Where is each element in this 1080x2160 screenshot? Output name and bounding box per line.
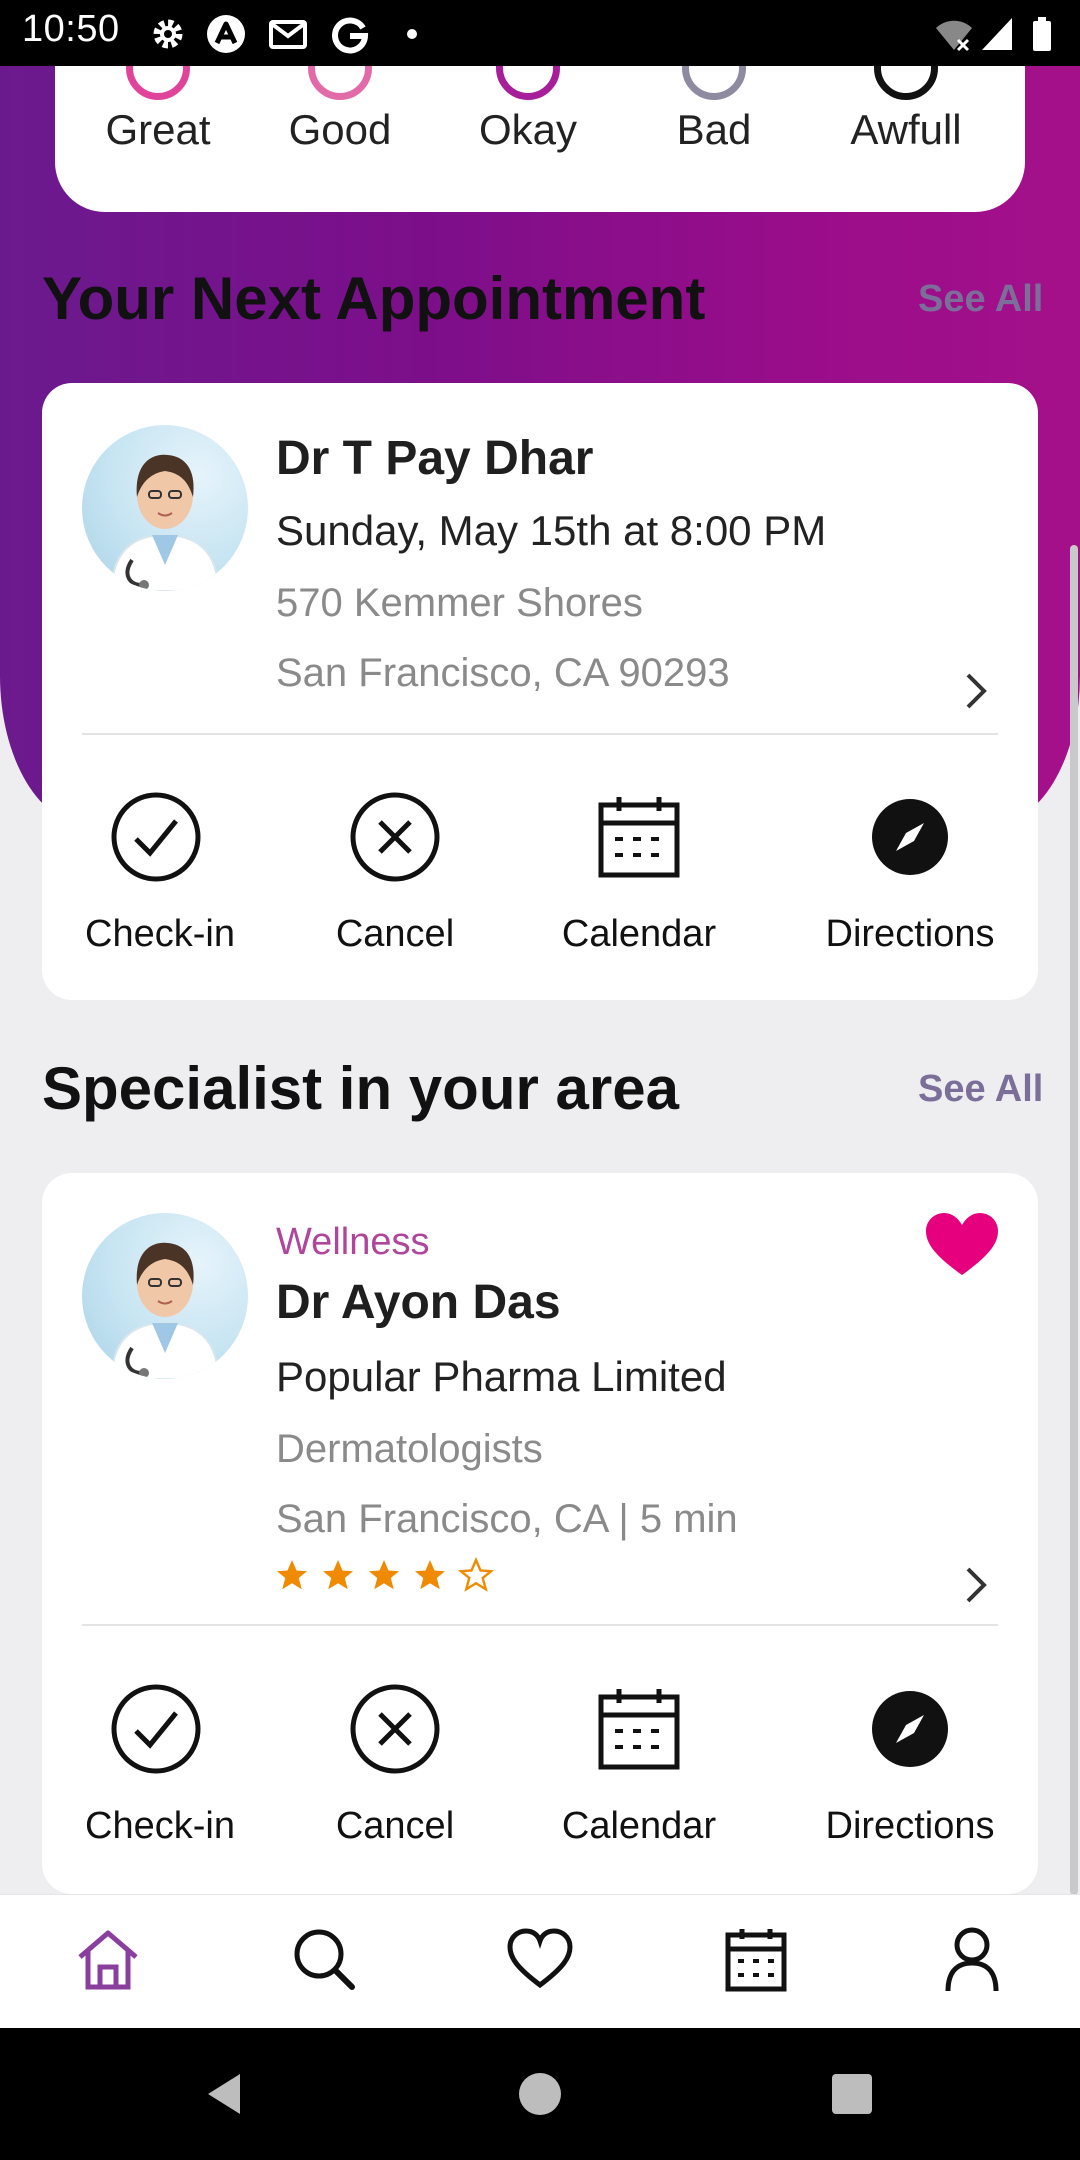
divider [82,1624,998,1626]
cancel-label[interactable]: Cancel [275,1805,515,1848]
appointment-card[interactable]: Dr T Pay Dhar Sunday, May 15th at 8:00 P… [42,383,1038,1000]
star-filled-icon [415,1560,445,1590]
bottom-nav [0,1894,1080,2029]
specialist-category: Wellness [276,1221,430,1263]
cancel-label[interactable]: Cancel [275,913,515,956]
calendar-icon[interactable] [591,1681,687,1777]
gear-icon [153,19,183,49]
star-filled-icon [277,1560,307,1590]
check-in-icon[interactable] [108,1681,204,1777]
cancel-icon[interactable] [347,789,443,885]
calendar-label[interactable]: Calendar [519,1805,759,1848]
calendar-icon[interactable] [720,1923,792,1995]
system-nav-bar [0,2028,1080,2160]
gmail-icon [269,20,307,49]
specialist-location: San Francisco, CA | 5 min [276,1497,738,1541]
specialist-doctor-name: Dr Ayon Das [276,1276,561,1329]
cellular-icon [982,18,1012,50]
cancel-icon[interactable] [347,1681,443,1777]
appointment-address-line2: San Francisco, CA 90293 [276,651,730,695]
star-filled-icon [369,1560,399,1590]
status-time: 10:50 [22,8,120,50]
recents-icon[interactable] [828,2070,876,2118]
chevron-right-icon[interactable] [962,669,990,713]
directions-label[interactable]: Directions [790,1805,1030,1848]
home-icon[interactable] [72,1923,144,1995]
app-a-icon [207,15,245,53]
star-outline-icon [458,1557,494,1592]
mood-awfull-label[interactable]: Awfull [816,106,996,154]
directions-icon[interactable] [862,789,958,885]
battery-icon [1033,17,1051,51]
appointment-datetime: Sunday, May 15th at 8:00 PM [276,507,827,554]
appointment-address-line1: 570 Kemmer Shores [276,581,643,625]
heart-icon[interactable] [504,1923,576,1995]
home-circle-icon[interactable] [516,2070,564,2118]
mood-bad-icon[interactable] [682,66,746,100]
mood-great-icon[interactable] [126,66,190,100]
appointment-see-all-link[interactable]: See All [918,278,1043,321]
specialist-avatar [82,1213,248,1379]
mood-good-label[interactable]: Good [250,106,430,154]
profile-icon[interactable] [936,1923,1008,1995]
specialist-company: Popular Pharma Limited [276,1353,727,1400]
appointment-section-title: Your Next Appointment [42,265,706,332]
calendar-icon[interactable] [591,789,687,885]
specialist-specialty: Dermatologists [276,1427,543,1471]
mood-great-label[interactable]: Great [68,106,248,154]
google-icon [332,17,369,54]
mood-okay-icon[interactable] [496,66,560,100]
specialist-see-all-link[interactable]: See All [918,1068,1043,1111]
mood-card: Great Good Okay Bad Awfull [55,66,1025,212]
dot-icon [407,29,417,39]
mood-okay-label[interactable]: Okay [438,106,618,154]
mood-awfull-icon[interactable] [874,66,938,100]
check-in-icon[interactable] [108,789,204,885]
mood-good-icon[interactable] [308,66,372,100]
check-in-label[interactable]: Check-in [42,1805,280,1848]
directions-icon[interactable] [862,1681,958,1777]
directions-label[interactable]: Directions [790,913,1030,956]
search-icon[interactable] [288,1923,360,1995]
appointment-doctor-name: Dr T Pay Dhar [276,432,594,485]
calendar-label[interactable]: Calendar [519,913,759,956]
divider [82,733,998,735]
wifi-icon [936,20,972,52]
scrollbar[interactable] [1070,545,1078,1895]
rating-stars [274,1557,514,1597]
star-filled-icon [323,1560,353,1590]
doctor-avatar [82,425,248,591]
chevron-right-icon[interactable] [962,1563,990,1607]
check-in-label[interactable]: Check-in [40,913,280,956]
specialist-section-title: Specialist in your area [42,1055,679,1122]
mood-bad-label[interactable]: Bad [624,106,804,154]
favorite-heart-icon[interactable] [924,1211,1000,1279]
specialist-card[interactable]: Wellness Dr Ayon Das Popular Pharma Limi… [42,1173,1038,1894]
status-bar: 10:50 [0,0,1080,66]
back-icon[interactable] [200,2070,248,2118]
